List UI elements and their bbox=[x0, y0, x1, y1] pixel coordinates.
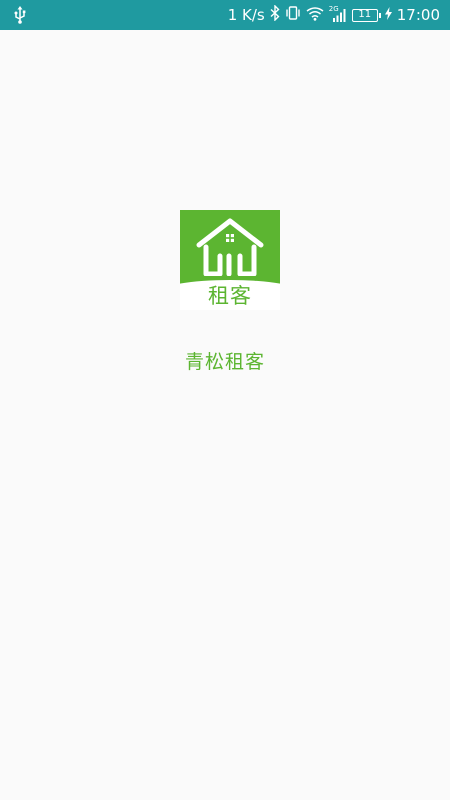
house-icon bbox=[196, 216, 264, 277]
app-logo: 租客 bbox=[180, 210, 280, 310]
wifi-icon bbox=[306, 6, 324, 25]
status-right-group: 1 K/s 2G 11 17:00 bbox=[228, 0, 440, 30]
usb-icon bbox=[12, 6, 28, 24]
clock: 17:00 bbox=[396, 6, 440, 24]
status-bar: 1 K/s 2G 11 17:00 bbox=[0, 0, 450, 30]
logo-text: 租客 bbox=[208, 284, 252, 308]
vibrate-icon bbox=[285, 5, 301, 25]
splash-screen: 1 K/s 2G 11 17:00 租客 青松租客 bbox=[0, 0, 450, 800]
net-speed: 1 K/s bbox=[227, 6, 265, 24]
app-name: 青松租客 bbox=[184, 351, 265, 373]
signal-2g-icon: 2G bbox=[329, 5, 347, 23]
charging-bolt-icon bbox=[384, 6, 392, 24]
bluetooth-icon bbox=[270, 4, 280, 25]
battery-indicator: 11 bbox=[351, 8, 381, 22]
